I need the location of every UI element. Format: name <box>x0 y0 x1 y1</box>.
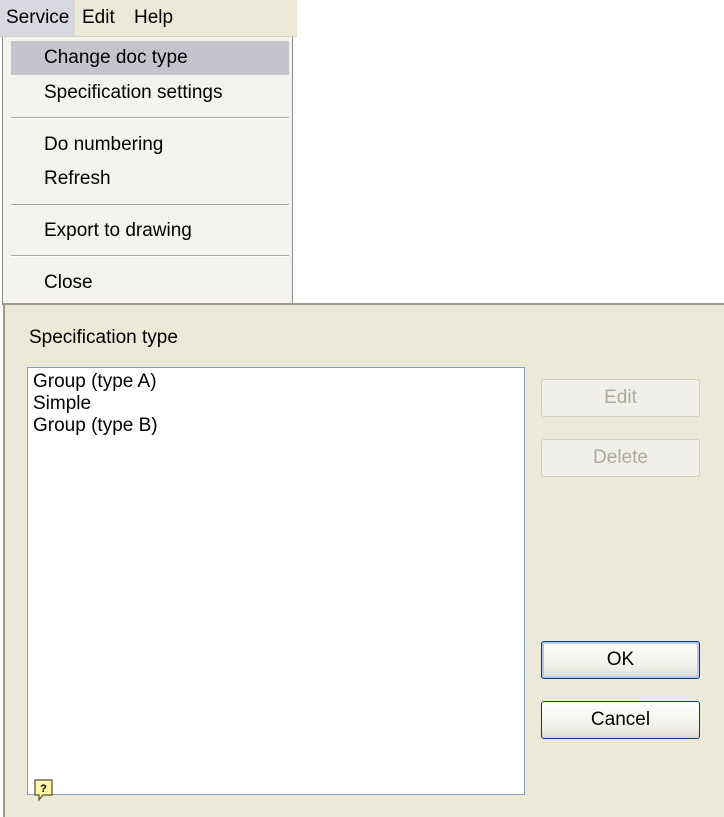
list-item[interactable]: Group (type B) <box>33 415 519 437</box>
menu-service[interactable]: Service <box>0 0 76 36</box>
menu-help[interactable]: Help <box>128 0 179 36</box>
specification-type-list[interactable]: Group (type A) Simple Group (type B) <box>27 367 525 795</box>
menu-item-specification-settings[interactable]: Specification settings <box>11 76 289 110</box>
service-menu-dropdown: Change doc type Specification settings D… <box>2 37 293 305</box>
list-item[interactable]: Simple <box>33 393 519 415</box>
menu-separator <box>11 255 289 257</box>
specification-type-dialog: Specification type Group (type A) Simple… <box>3 303 724 817</box>
menu-separator <box>11 204 289 206</box>
list-item[interactable]: Group (type A) <box>33 371 519 393</box>
screen: Service Edit Help Change doc type Specif… <box>0 0 724 817</box>
menu-item-close[interactable]: Close <box>11 266 289 300</box>
specification-type-label: Specification type <box>29 327 178 348</box>
menu-item-do-numbering[interactable]: Do numbering <box>11 128 289 162</box>
ok-button[interactable]: OK <box>541 641 700 679</box>
menu-item-refresh[interactable]: Refresh <box>11 162 289 196</box>
delete-button[interactable]: Delete <box>541 439 700 477</box>
menu-item-export-to-drawing[interactable]: Export to drawing <box>11 214 289 248</box>
menu-item-change-doc-type[interactable]: Change doc type <box>11 41 289 75</box>
svg-text:?: ? <box>40 783 47 795</box>
menu-bar: Service Edit Help <box>0 0 297 37</box>
cancel-button[interactable]: Cancel <box>541 701 700 739</box>
help-question-icon[interactable]: ? <box>33 778 55 802</box>
menu-separator <box>11 117 289 119</box>
edit-button[interactable]: Edit <box>541 379 700 417</box>
menu-edit[interactable]: Edit <box>76 0 121 36</box>
